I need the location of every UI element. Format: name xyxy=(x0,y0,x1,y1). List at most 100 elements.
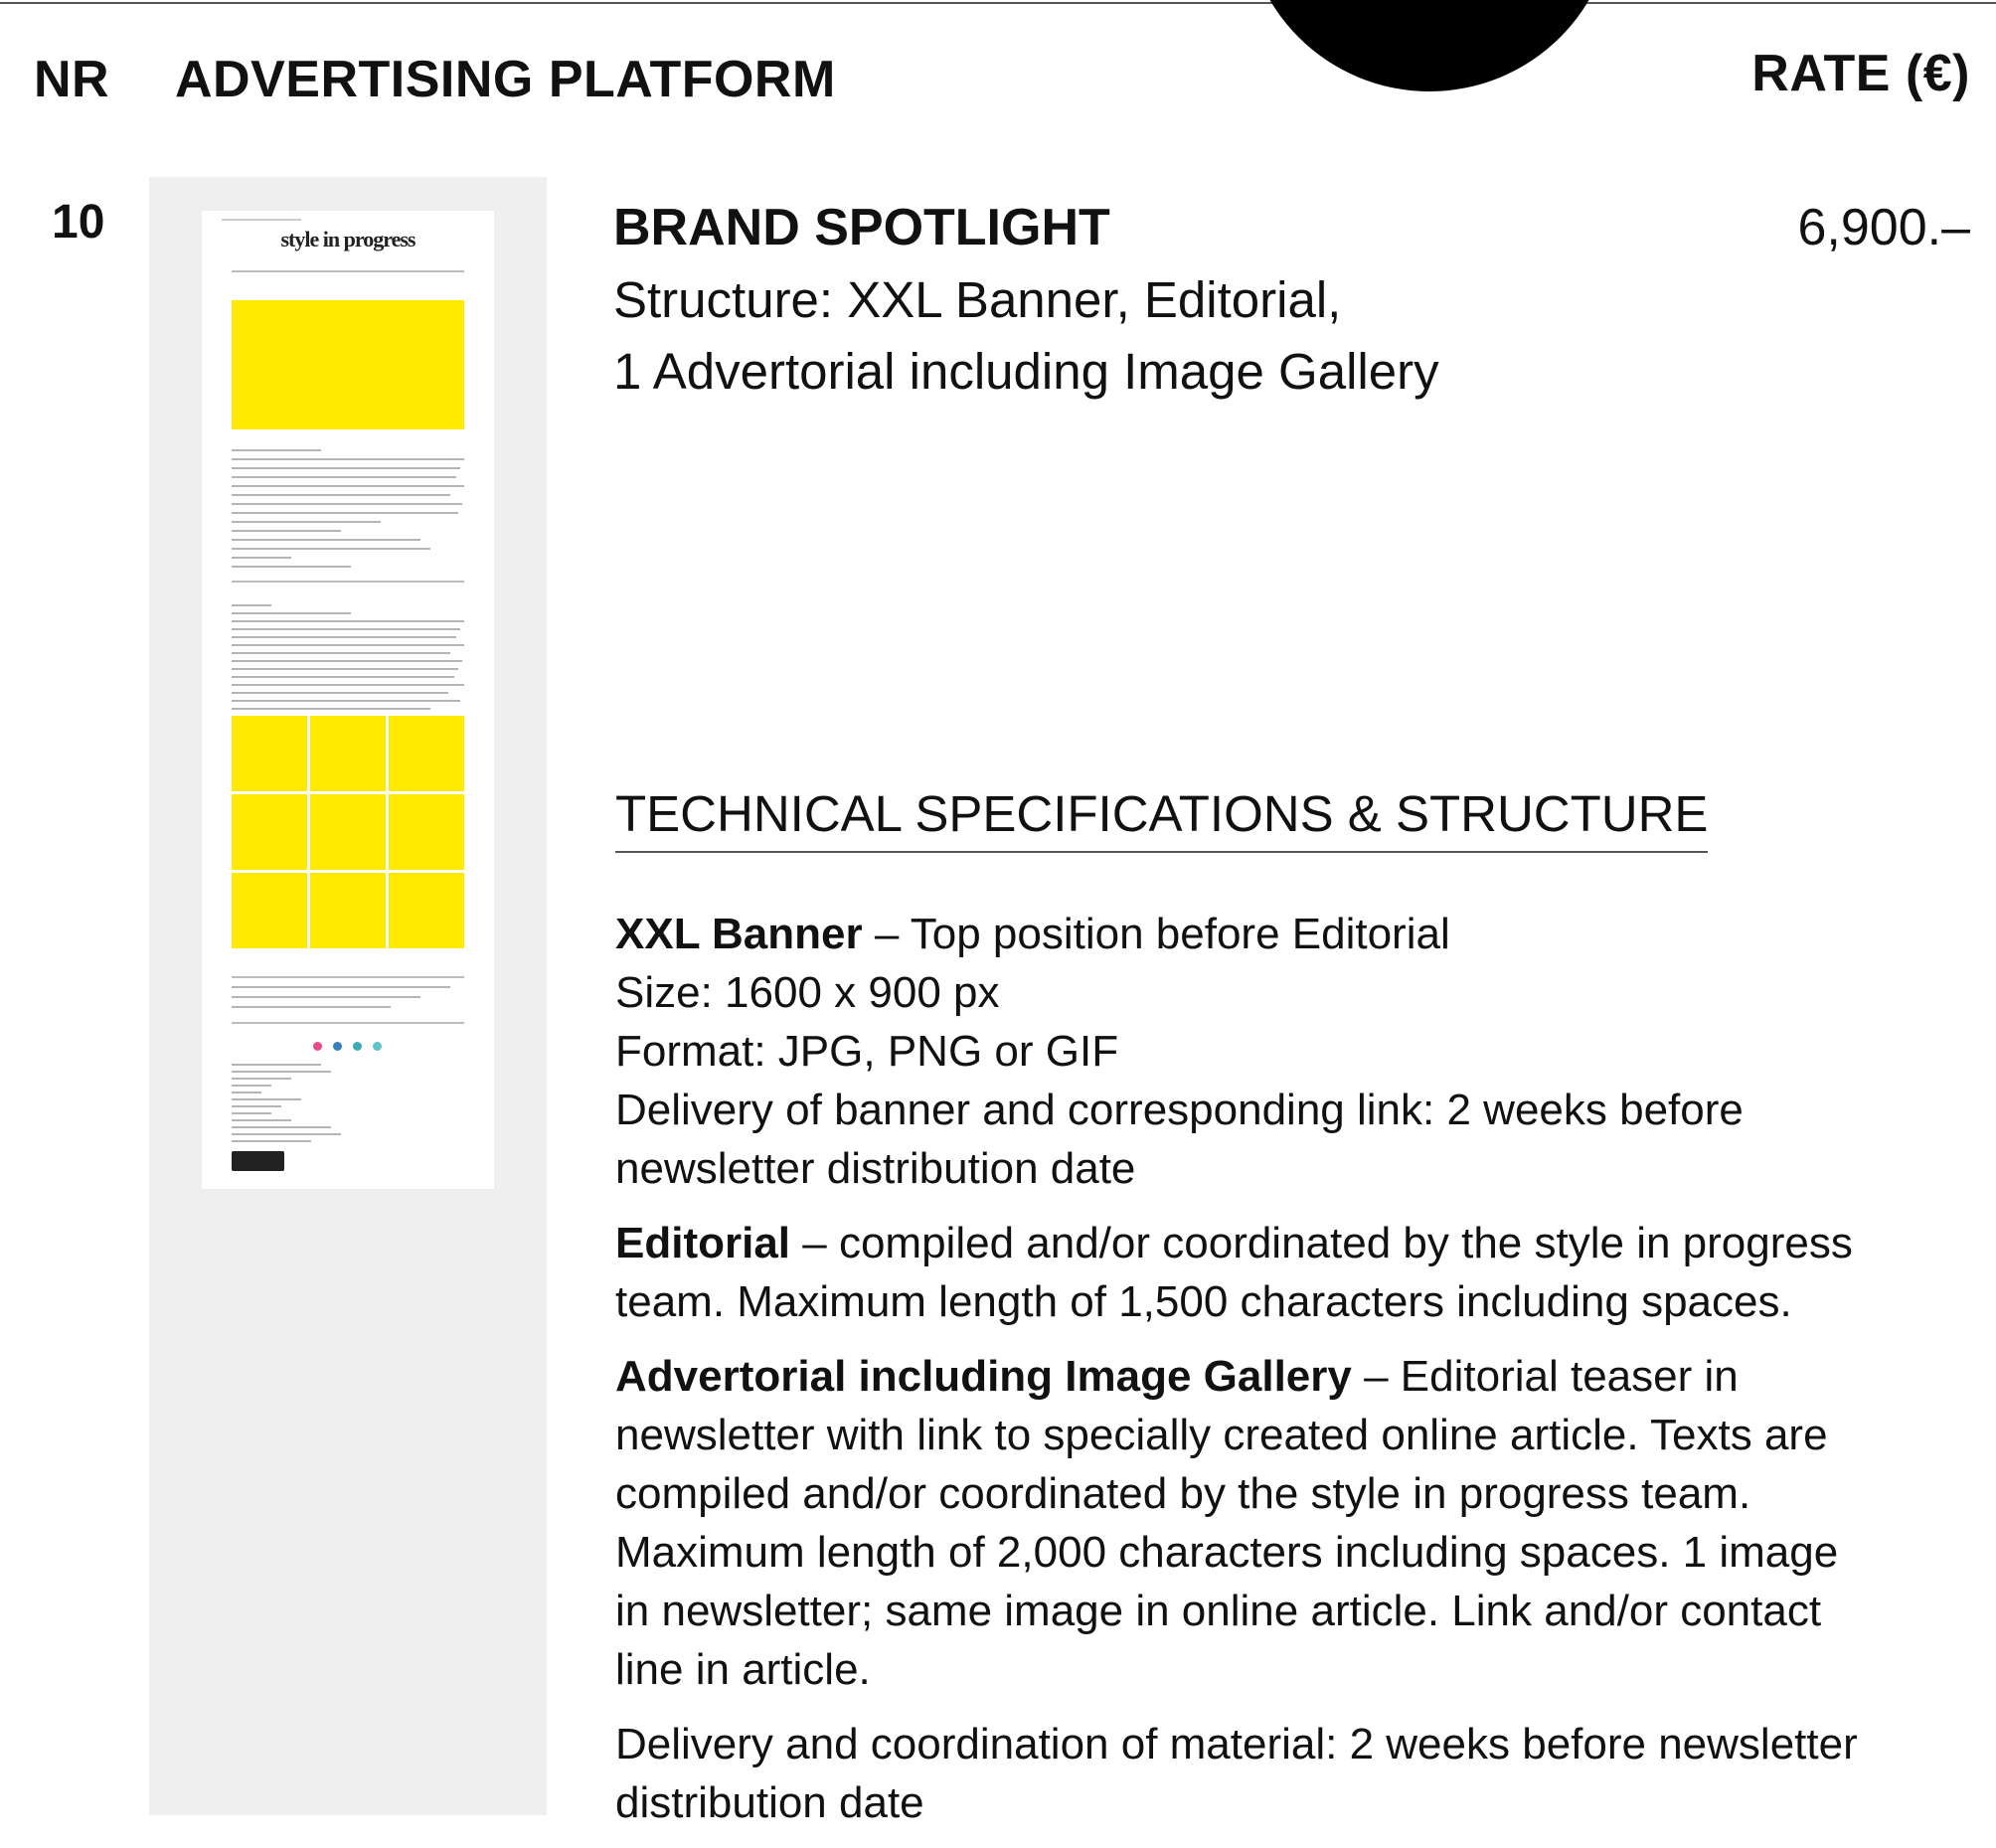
social-dot-icon xyxy=(313,1042,322,1051)
preview-text-line xyxy=(232,996,420,998)
app-store-badge-icon xyxy=(232,1151,284,1171)
preview-text-line xyxy=(232,521,381,523)
specs-title: TECHNICAL SPECIFICATIONS & STRUCTURE xyxy=(615,783,1709,853)
spec-text: Size: 1600 x 900 px xyxy=(615,968,1000,1017)
gallery-image xyxy=(389,873,464,948)
spec-text: line in article. xyxy=(615,1645,871,1694)
item-rate: 6,900.– xyxy=(1797,199,1971,256)
preview-rule xyxy=(232,976,464,978)
preview-text-line xyxy=(232,1071,331,1073)
preview-text-line xyxy=(232,467,460,469)
preview-text-line xyxy=(232,476,456,478)
preview-text-line xyxy=(232,494,450,496)
spec-heading: Advertorial including Image Gallery xyxy=(615,1352,1352,1401)
spec-text: Format: JPG, PNG or GIF xyxy=(615,1027,1119,1076)
item-structure: Structure: XXL Banner, Editorial, 1 Adve… xyxy=(613,264,1806,408)
preview-text-line xyxy=(232,1006,391,1008)
preview-text-line xyxy=(232,1105,281,1107)
spec-text: – compiled and/or coordinated by the sty… xyxy=(790,1219,1853,1267)
preview-text-line xyxy=(232,566,351,568)
preview-text-line xyxy=(232,1126,331,1128)
header-advertising-platform: ADVERTISING PLATFORM xyxy=(175,51,836,108)
preview-text-line xyxy=(232,644,464,646)
spec-text: distribution date xyxy=(615,1778,924,1827)
preview-text-line xyxy=(232,1140,311,1142)
preview-rule xyxy=(232,581,464,583)
structure-line: 1 Advertorial including Image Gallery xyxy=(613,343,1439,400)
preview-text-line xyxy=(232,530,341,532)
gallery-image xyxy=(232,716,307,791)
item-title: BRAND SPOTLIGHT xyxy=(613,199,1110,256)
spec-text: – Editorial teaser in xyxy=(1351,1352,1739,1401)
preview-text-line xyxy=(232,539,420,541)
preview-text-line xyxy=(232,612,351,614)
spec-text: newsletter distribution date xyxy=(615,1144,1136,1193)
preview-text-line xyxy=(232,636,456,638)
preview-text-line xyxy=(232,708,430,710)
gallery-image xyxy=(310,794,386,870)
spec-heading: XXL Banner xyxy=(615,910,863,958)
spec-advertorial: Advertorial including Image Gallery – Ed… xyxy=(615,1347,1982,1699)
preview-text-line xyxy=(232,548,430,550)
preview-rule xyxy=(232,270,464,272)
specs-body: XXL Banner – Top position before Editori… xyxy=(615,905,1982,1848)
spec-text: Delivery of banner and corresponding lin… xyxy=(615,1086,1744,1134)
spec-text: team. Maximum length of 1,500 characters… xyxy=(615,1277,1792,1326)
preview-text-line xyxy=(232,1133,341,1135)
spec-editorial: Editorial – compiled and/or coordinated … xyxy=(615,1214,1982,1331)
preview-text-line xyxy=(232,620,464,622)
preview-text-line xyxy=(232,676,454,678)
black-circle-decoration xyxy=(1245,0,1614,91)
spec-xxl-banner: XXL Banner – Top position before Editori… xyxy=(615,905,1982,1198)
preview-text-line xyxy=(232,1085,271,1087)
preview-topline xyxy=(222,219,301,221)
preview-text-line xyxy=(232,512,458,514)
preview-text-line xyxy=(232,628,460,630)
item-number: 10 xyxy=(52,196,105,249)
gallery-image xyxy=(310,716,386,791)
preview-logo: style in progress xyxy=(280,227,416,252)
preview-text-line xyxy=(232,1119,291,1121)
preview-text-line xyxy=(232,1098,301,1100)
preview-image-gallery xyxy=(232,716,464,948)
spec-text: compiled and/or coordinated by the style… xyxy=(615,1469,1751,1518)
preview-text-line xyxy=(232,449,321,451)
spec-heading: Editorial xyxy=(615,1219,791,1267)
header-nr: NR xyxy=(34,51,110,108)
gallery-image xyxy=(232,794,307,870)
preview-xxl-banner xyxy=(232,300,464,429)
social-dot-icon xyxy=(353,1042,362,1051)
preview-text-line xyxy=(232,1112,271,1114)
spec-text: in newsletter; same image in online arti… xyxy=(615,1587,1822,1635)
preview-text-line xyxy=(232,503,462,505)
preview-text-line xyxy=(232,692,448,694)
spec-text: newsletter with link to specially create… xyxy=(615,1411,1828,1459)
spec-text: Maximum length of 2,000 characters inclu… xyxy=(615,1528,1839,1577)
preview-text-line xyxy=(232,604,271,606)
preview-text-line xyxy=(232,660,462,662)
gallery-image xyxy=(310,873,386,948)
preview-text-line xyxy=(232,986,450,988)
preview-text-line xyxy=(232,1092,261,1093)
preview-rule xyxy=(232,1022,464,1024)
top-rule xyxy=(0,2,1996,4)
header-rate: RATE (€) xyxy=(1751,45,1970,102)
newsletter-preview-thumbnail: style in progress xyxy=(202,211,494,1189)
preview-text-line xyxy=(232,652,450,654)
preview-text-line xyxy=(232,458,464,460)
preview-text-line xyxy=(232,668,458,670)
preview-text-line xyxy=(232,1078,291,1080)
social-dot-icon xyxy=(373,1042,382,1051)
preview-text-line xyxy=(232,1064,321,1066)
gallery-image xyxy=(232,873,307,948)
gallery-image xyxy=(389,716,464,791)
structure-line: Structure: XXL Banner, Editorial, xyxy=(613,271,1342,328)
preview-text-line xyxy=(232,485,464,487)
preview-text-line xyxy=(232,557,291,559)
preview-text-line xyxy=(232,684,464,686)
social-dot-icon xyxy=(333,1042,342,1051)
gallery-image xyxy=(389,794,464,870)
preview-text-line xyxy=(232,700,460,702)
spec-text: Delivery and coordination of material: 2… xyxy=(615,1720,1858,1768)
spec-text: – Top position before Editorial xyxy=(862,910,1450,958)
